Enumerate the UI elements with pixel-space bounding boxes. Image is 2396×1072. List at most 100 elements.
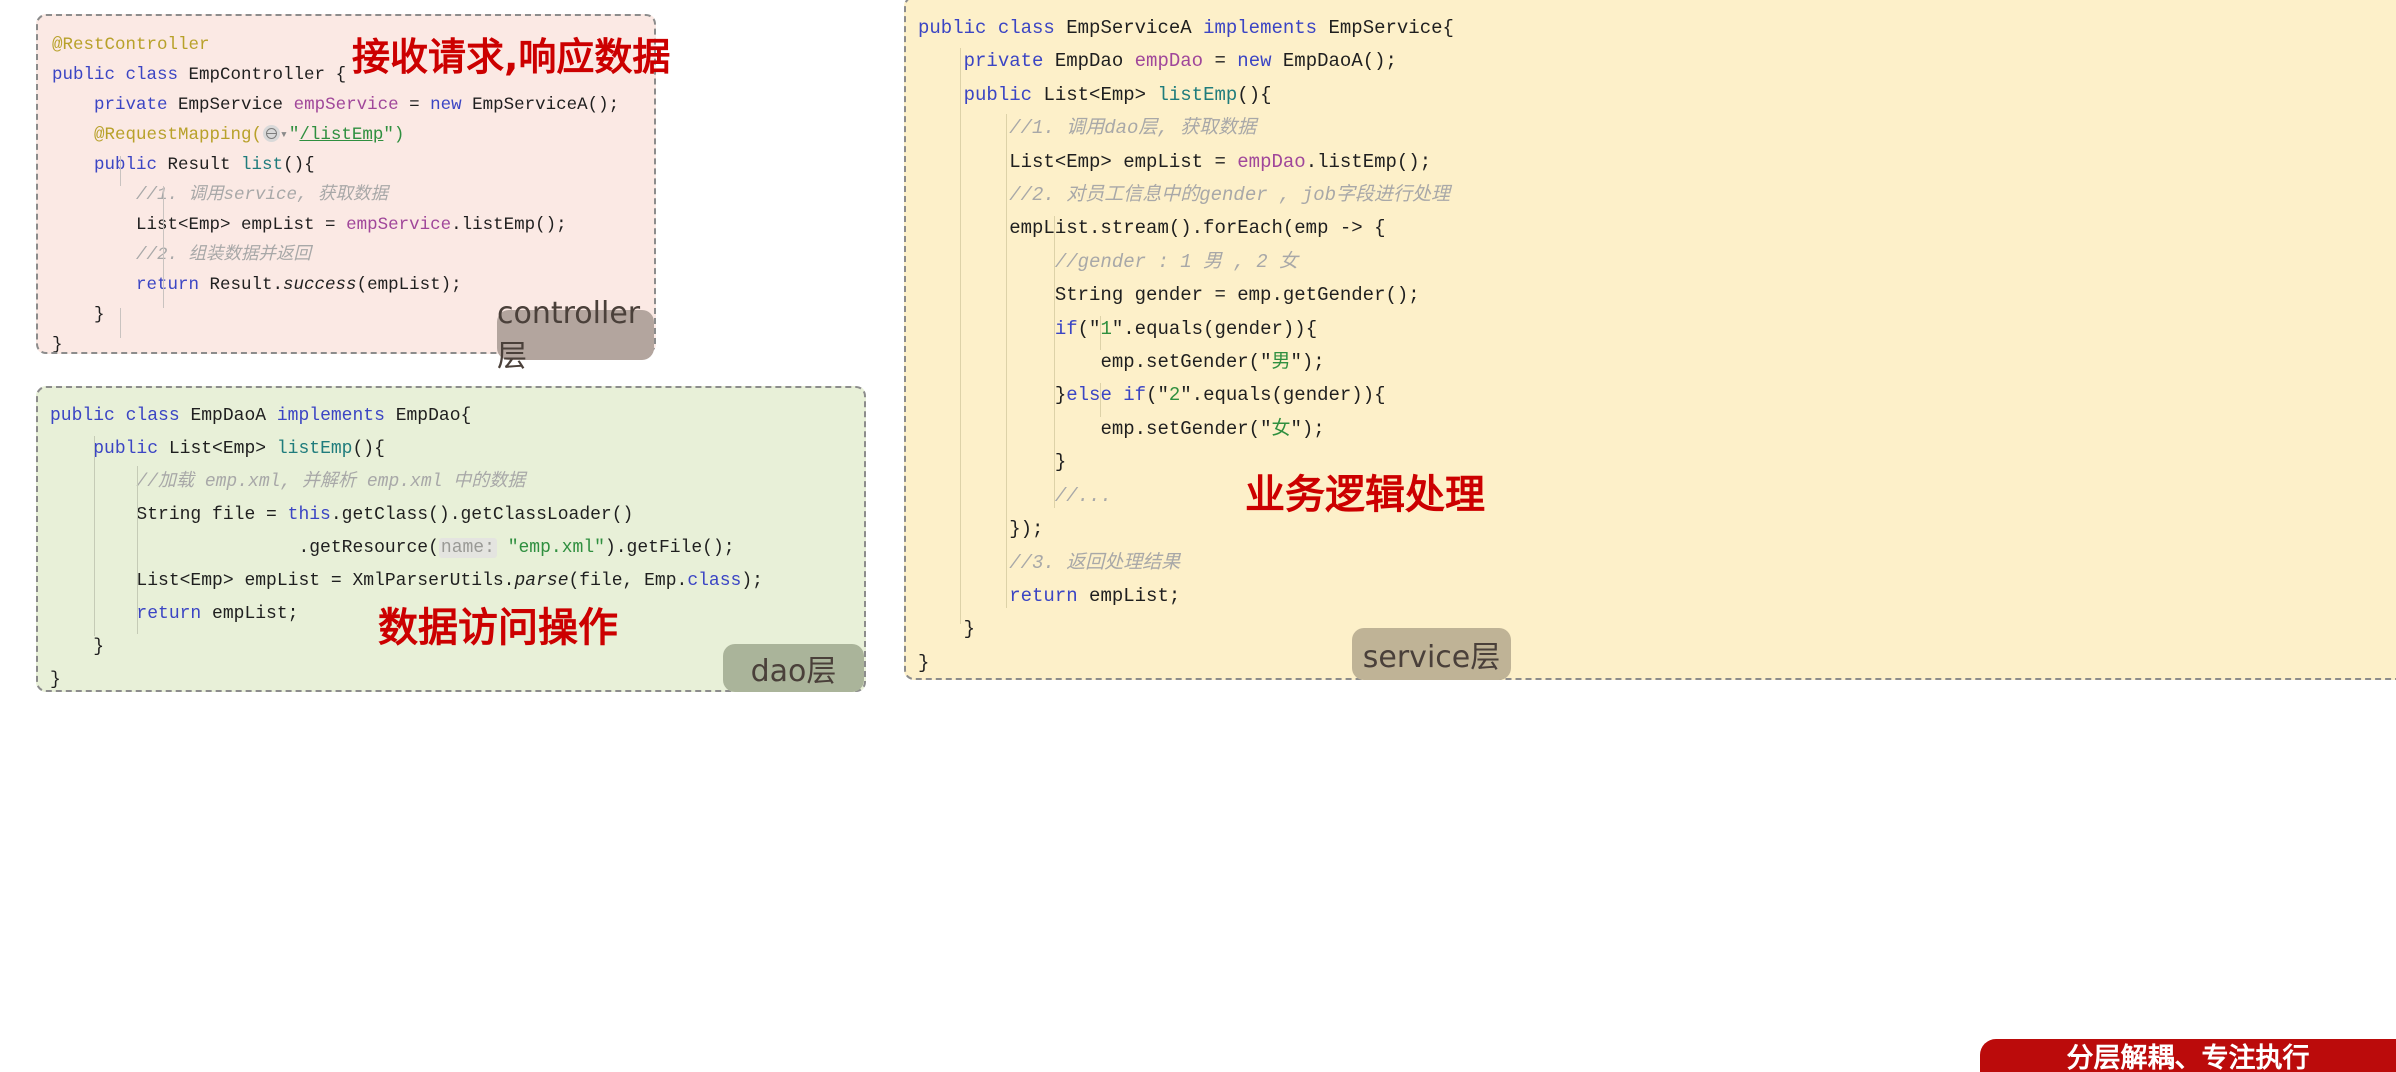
code-token: emp.setGender(" <box>1100 417 1272 440</box>
code-token: List<Emp> empList = <box>1009 150 1238 173</box>
code-token: } <box>52 335 63 354</box>
code-token: empList.stream().forEach(emp -> { <box>1009 217 1386 240</box>
bottom-red-banner: 分层解耦、专注执行 <box>1980 1039 2396 1072</box>
code-token: ") <box>383 125 405 145</box>
indent-guide <box>120 308 121 338</box>
code-token: } <box>94 305 105 325</box>
class-name-empservicea: EmpServiceA <box>1066 17 1204 39</box>
comment-process-gender-job: //2. 对员工信息中的gender , job字段进行处理 <box>1009 184 1451 207</box>
code-token: (file, Emp. <box>568 571 688 591</box>
method-parse: parse <box>514 571 569 591</box>
code-token: List<Emp> <box>1043 83 1158 106</box>
code-token: return <box>1009 584 1090 607</box>
code-token: } <box>1054 451 1067 474</box>
slide-canvas: @RestController public class EmpControll… <box>0 0 2396 1072</box>
globe-icon[interactable] <box>263 125 281 142</box>
string-female: 女 <box>1271 417 1291 440</box>
comment-call-dao: //1. 调用dao层, 获取数据 <box>1009 117 1257 140</box>
code-token: implements <box>1203 17 1329 39</box>
code-token: Result. <box>209 275 284 295</box>
code-token: private <box>963 50 1055 73</box>
code-token: Result <box>167 155 242 175</box>
code-token: else if <box>1066 384 1147 407</box>
field-empservice: empService <box>283 95 410 115</box>
mapping-path-link[interactable]: /listEmp <box>299 125 383 145</box>
code-token: .listEmp(); <box>1305 150 1432 173</box>
method-listemp: listEmp <box>276 439 353 459</box>
indent-guide <box>1054 216 1055 508</box>
code-token: List<Emp> <box>168 439 277 459</box>
code-token: } <box>918 651 930 674</box>
code-token: implements <box>276 406 396 426</box>
code-token: EmpDao <box>1054 50 1135 73</box>
code-token: new <box>430 95 473 115</box>
code-token: (){ <box>283 155 315 175</box>
badge-service-layer: service层 <box>1352 628 1511 680</box>
indent-guide <box>137 466 138 634</box>
param-hint-name: name: <box>438 538 497 558</box>
class-name-empcontroller: EmpController <box>188 65 326 85</box>
code-token: private <box>94 95 179 115</box>
code-token: String gender = emp.getGender(); <box>1054 284 1420 307</box>
annotation-dao-note: 数据访问操作 <box>378 605 618 651</box>
code-token: class <box>687 571 742 591</box>
method-listemp: listEmp <box>1157 83 1238 106</box>
code-token: public class <box>52 65 189 85</box>
service-code-card: public class EmpServiceA implements EmpS… <box>904 0 2396 680</box>
comment-load-parse-xml: //加载 emp.xml, 并解析 emp.xml 中的数据 <box>136 472 526 492</box>
comment-return-result: //3. 返回处理结果 <box>1009 551 1181 574</box>
code-token: List<Emp> empList = XmlParserUtils. <box>136 571 515 591</box>
code-token: public <box>94 155 168 175</box>
comment-call-service: //1. 调用service, 获取数据 <box>136 185 389 205</box>
string-male: 男 <box>1271 351 1291 374</box>
indent-guide <box>120 156 121 186</box>
code-token: 1 <box>1100 317 1112 340</box>
code-token: } <box>1054 384 1067 407</box>
code-token: } <box>963 618 976 641</box>
service-code: public class EmpServiceA implements EmpS… <box>906 0 2396 678</box>
comment-ellipsis: //... <box>1054 484 1112 507</box>
field-empdao: empDao <box>1134 50 1215 73</box>
code-token: = <box>1214 50 1238 73</box>
chevron-down-icon[interactable]: ▾ <box>280 120 288 150</box>
string-emp-xml: "emp.xml" <box>496 538 605 558</box>
code-token: List<Emp> empList = <box>136 215 347 235</box>
code-token: (){ <box>1237 83 1272 106</box>
code-token: 2 <box>1168 384 1181 407</box>
annotation-requestmapping: @RequestMapping( <box>94 125 263 145</box>
indent-guide <box>1006 114 1007 608</box>
code-token: EmpService <box>178 95 284 115</box>
code-token: new <box>1237 50 1283 73</box>
code-token: ); <box>741 571 763 591</box>
annotation-service-note: 业务逻辑处理 <box>1245 472 1485 518</box>
code-token: } <box>93 637 105 657</box>
class-name-empdaoa: EmpDaoA <box>190 406 277 426</box>
code-token: emp.setGender(" <box>1100 351 1272 374</box>
code-token: public class <box>50 406 191 426</box>
code-token: .getResource( <box>298 538 439 558</box>
indent-guide <box>1100 316 1101 350</box>
annotation-restcontroller: @RestController <box>52 35 210 55</box>
indent-guide <box>94 436 95 636</box>
code-token: empService <box>346 215 452 235</box>
code-token: ).getFile(); <box>604 538 735 558</box>
code-token: { <box>325 65 347 85</box>
method-success: success <box>283 275 357 295</box>
indent-guide <box>163 186 164 308</box>
code-token: public class <box>918 17 1067 39</box>
code-token: return <box>136 275 210 295</box>
code-token: empList; <box>212 604 299 624</box>
code-token: EmpDao{ <box>395 406 472 426</box>
code-token: (){ <box>352 439 385 459</box>
code-token: return <box>136 604 213 624</box>
code-token: (" <box>1077 317 1101 340</box>
code-token: "); <box>1290 351 1325 374</box>
code-token: EmpService{ <box>1328 17 1454 39</box>
indent-guide <box>1100 383 1101 417</box>
code-token: this <box>287 505 331 525</box>
code-token: ".equals(gender)){ <box>1180 384 1386 407</box>
code-token: (empList); <box>356 275 462 295</box>
code-token: (" <box>1146 384 1169 407</box>
code-token: public <box>963 83 1044 106</box>
code-token: empDao <box>1237 150 1306 173</box>
